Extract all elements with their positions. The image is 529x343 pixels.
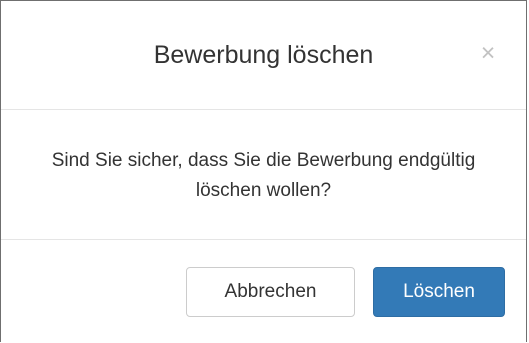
dialog-body: Sind Sie sicher, dass Sie die Bewerbung …	[1, 110, 526, 240]
delete-dialog: Bewerbung löschen × Sind Sie sicher, das…	[0, 0, 527, 342]
delete-button[interactable]: Löschen	[373, 267, 505, 317]
dialog-footer: Abbrechen Löschen	[1, 240, 526, 343]
confirmation-message: Sind Sie sicher, dass Sie die Bewerbung …	[51, 150, 476, 201]
cancel-button[interactable]: Abbrechen	[186, 267, 355, 317]
dialog-header: Bewerbung löschen ×	[1, 1, 526, 110]
close-icon[interactable]: ×	[476, 39, 500, 67]
dialog-title: Bewerbung löschen	[153, 41, 374, 69]
